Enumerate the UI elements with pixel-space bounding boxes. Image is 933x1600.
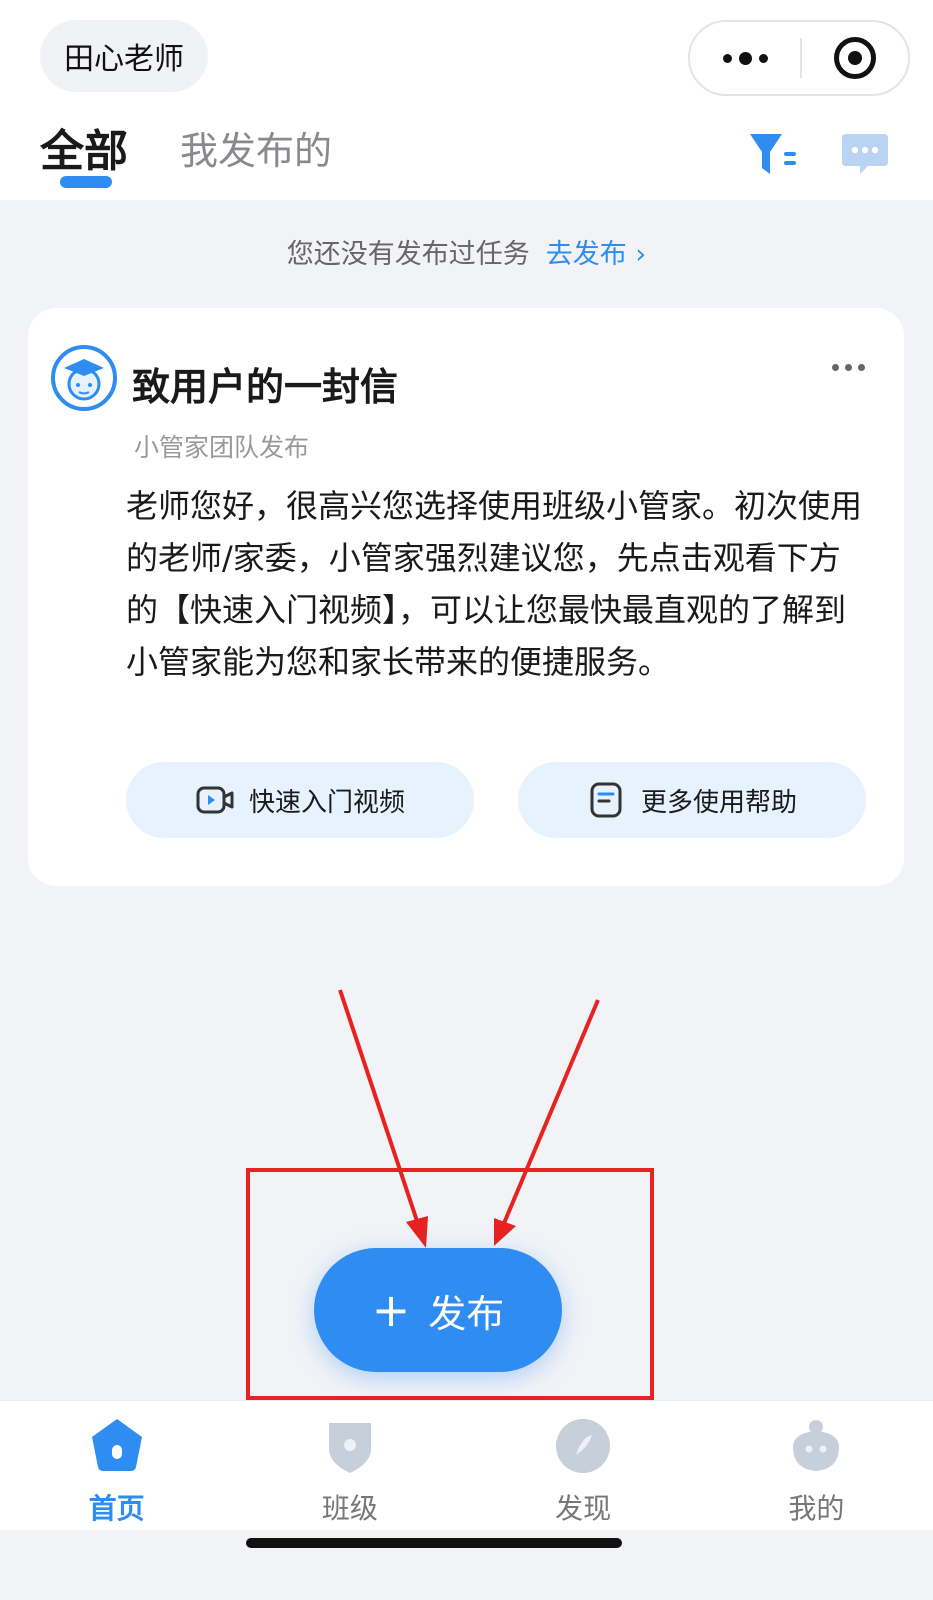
user-name: 田心老师 — [64, 42, 184, 77]
video-icon — [196, 786, 234, 814]
plus-icon: + — [371, 1283, 411, 1337]
card-body-text: 老师您好，很高兴您选择使用班级小管家。初次使用的老师/家委，小管家强烈建议您，先… — [126, 487, 863, 681]
card-subtitle: 小管家团队发布 — [134, 433, 310, 462]
more-options-icon[interactable] — [690, 22, 800, 94]
notice-text: 您还没有发布过任务 — [286, 239, 530, 270]
tabbar-item-discover[interactable]: 发现 — [467, 1401, 700, 1530]
message-icon[interactable] — [840, 130, 890, 178]
no-task-notice: 您还没有发布过任务 去发布 › — [0, 232, 933, 271]
home-icon — [91, 1419, 142, 1471]
team-avatar-icon — [51, 345, 117, 411]
card-title: 致用户的一封信 — [132, 365, 399, 409]
quick-start-video-label: 快速入门视频 — [248, 787, 405, 818]
user-name-chip[interactable]: 田心老师 — [40, 20, 208, 92]
publish-button[interactable]: + 发布 — [314, 1248, 562, 1372]
tabbar-label-home: 首页 — [88, 1492, 145, 1525]
tabbar-label-discover: 发现 — [555, 1492, 612, 1525]
letter-card[interactable]: 致用户的一封信 小管家团队发布 老师您好，很高兴您选择使用班级小管家。初次使用的… — [28, 308, 904, 886]
go-publish-link[interactable]: 去发布 › — [546, 239, 646, 270]
miniprogram-capsule — [688, 20, 910, 96]
class-badge-icon — [328, 1423, 371, 1473]
tabbar-item-class[interactable]: 班级 — [233, 1401, 466, 1530]
tabbar-label-class: 班级 — [321, 1492, 378, 1525]
close-target-icon[interactable] — [802, 37, 908, 79]
home-indicator[interactable] — [246, 1538, 622, 1548]
profile-icon — [793, 1420, 840, 1471]
tab-my-published[interactable]: 我发布的 — [180, 120, 332, 175]
filter-icon[interactable] — [748, 130, 800, 178]
help-document-icon — [590, 782, 622, 818]
tabbar-item-home[interactable]: 首页 — [0, 1401, 233, 1530]
more-help-button[interactable]: 更多使用帮助 — [518, 762, 866, 838]
tab-all[interactable]: 全部 — [40, 115, 128, 179]
publish-label: 发布 — [428, 1291, 505, 1336]
more-help-label: 更多使用帮助 — [640, 787, 797, 818]
tabbar-label-profile: 我的 — [788, 1492, 845, 1525]
card-more-icon[interactable] — [832, 364, 865, 371]
tabbar-item-profile[interactable]: 我的 — [700, 1401, 933, 1530]
bottom-tab-bar: 首页 班级 发现 我的 — [0, 1400, 933, 1530]
top-header-area: 田心老师 全部 我发布的 — [0, 0, 933, 200]
tab-active-indicator — [60, 176, 112, 188]
discover-icon — [556, 1419, 611, 1473]
quick-start-video-button[interactable]: 快速入门视频 — [126, 762, 474, 838]
